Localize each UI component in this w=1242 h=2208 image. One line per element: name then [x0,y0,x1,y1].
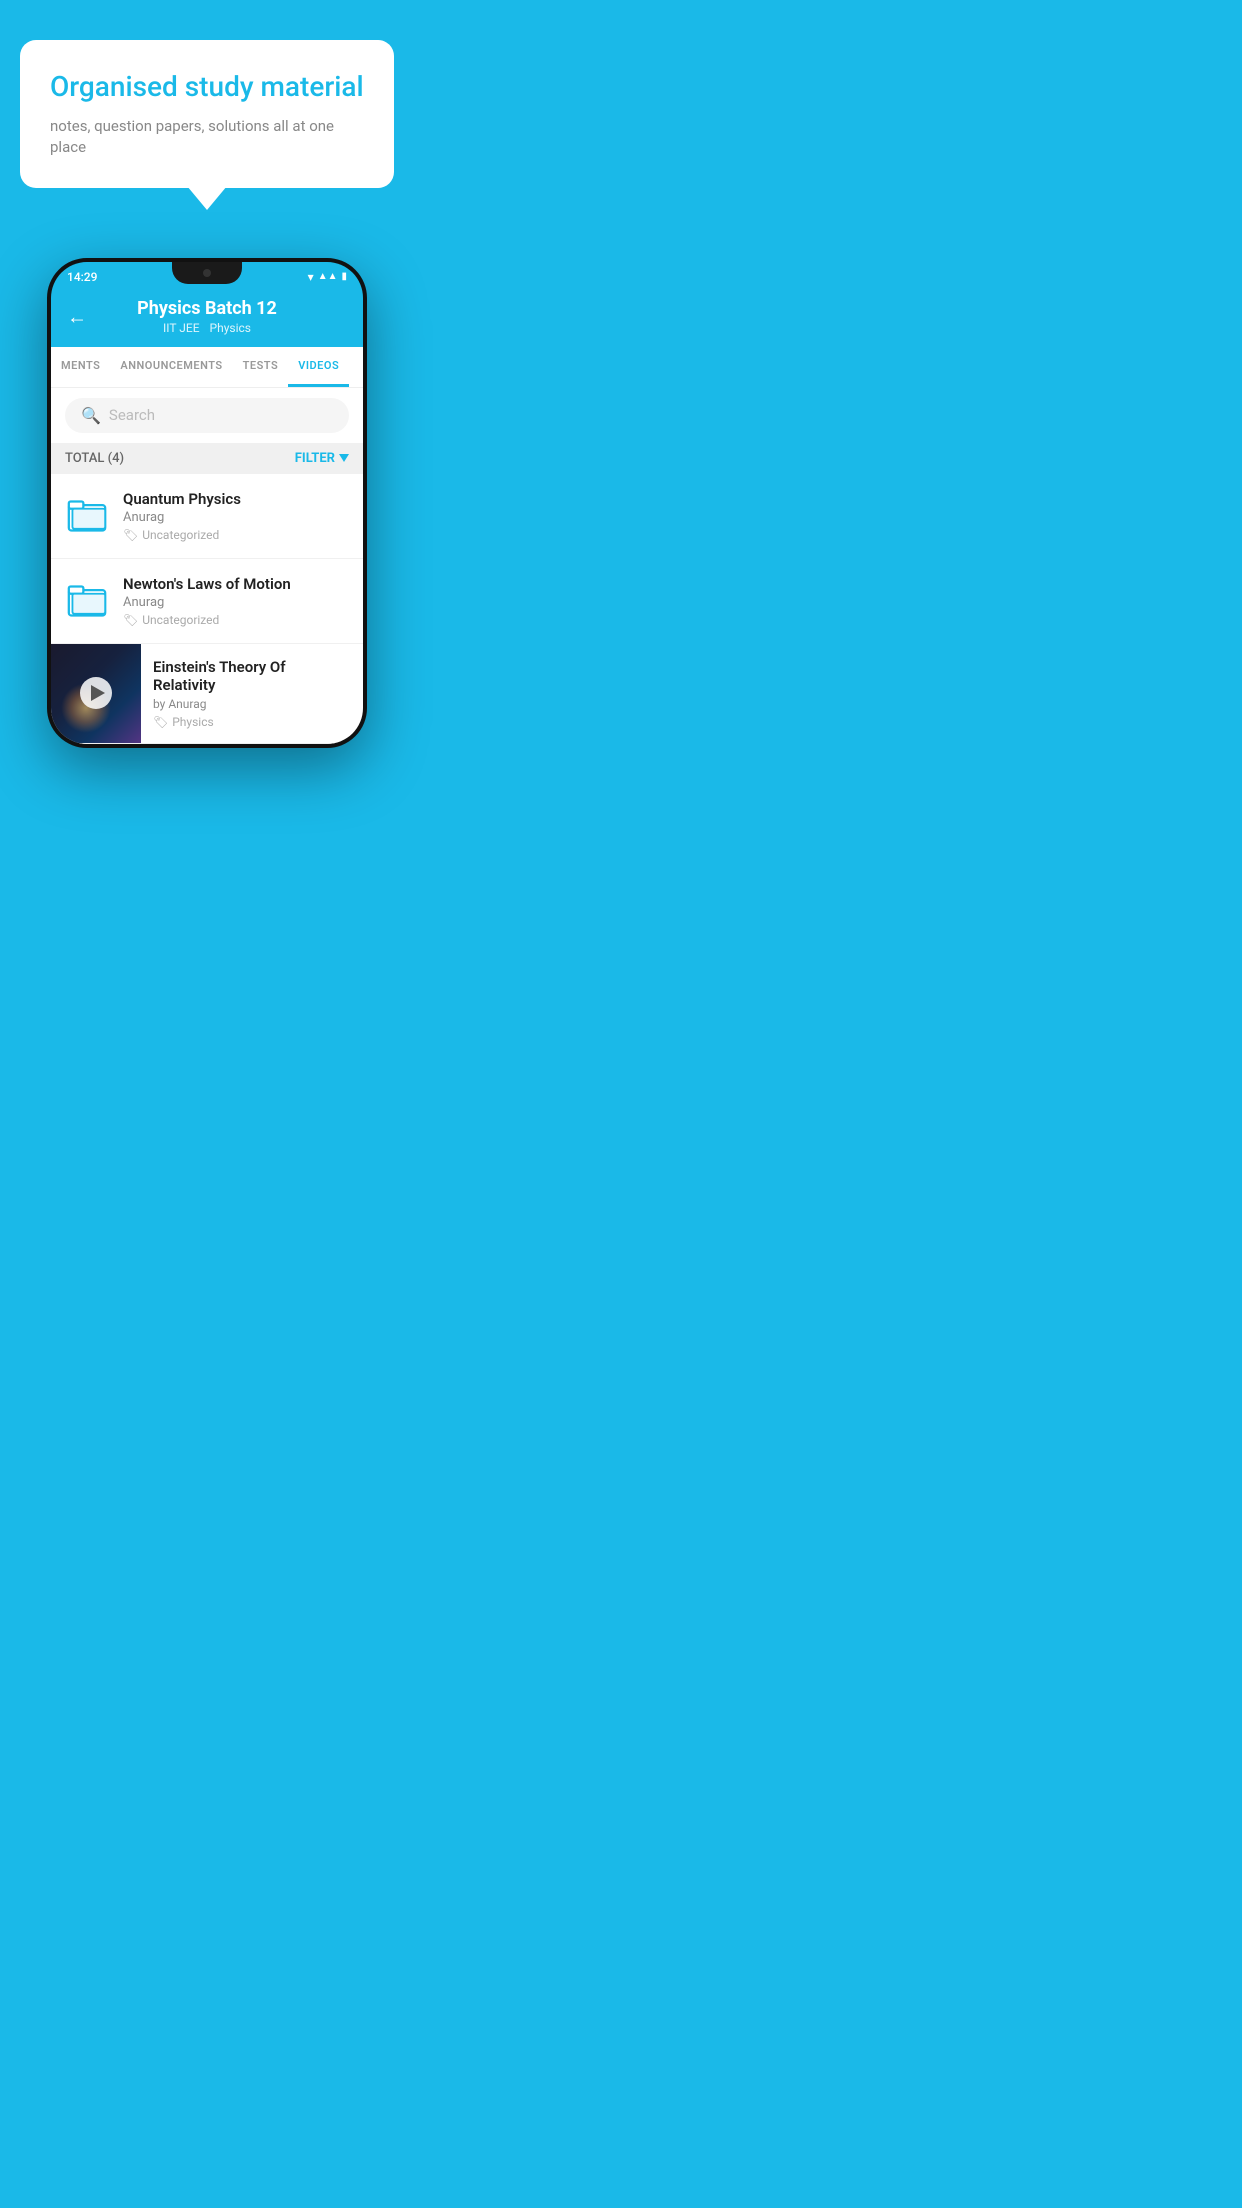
video-thumbnail [51,644,141,743]
camera-dot [203,269,211,277]
total-count: TOTAL (4) [65,451,124,466]
volume-down-button [47,427,50,477]
speech-bubble: Organised study material notes, question… [20,40,394,188]
video-title: Newton's Laws of Motion [123,575,349,593]
video-info: Newton's Laws of Motion Anurag 🏷 Uncateg… [123,575,349,627]
tag-icon: 🏷 [123,613,138,627]
filter-bar: TOTAL (4) FILTER [51,443,363,474]
app-header: ← Physics Batch 12 IIT JEE Physics [51,288,363,347]
status-icons: ▾ ▲▲ ▮ [308,270,347,284]
tab-ments[interactable]: MENTS [51,347,110,387]
bubble-subtitle: notes, question papers, solutions all at… [50,116,364,158]
tag-label: Uncategorized [142,528,219,542]
video-title: Einstein's Theory Of Relativity [153,658,351,694]
list-item[interactable]: Einstein's Theory Of Relativity by Anura… [51,644,363,744]
phone-device: 14:29 ▾ ▲▲ ▮ ← Physics Batch 12 IIT JEE … [47,258,367,748]
tab-videos[interactable]: VIDEOS [288,347,349,387]
filter-label: FILTER [295,451,335,466]
video-tag: 🏷 Uncategorized [123,613,349,627]
tab-announcements[interactable]: ANNOUNCEMENTS [110,347,232,387]
app-title: Physics Batch 12 [137,298,277,319]
tag-label: Physics [172,715,213,729]
search-container: 🔍 Search [51,388,363,443]
search-box[interactable]: 🔍 Search [65,398,349,433]
subtitle-iitjee: IIT JEE [163,321,200,335]
video-info: Quantum Physics Anurag 🏷 Uncategorized [123,490,349,542]
list-item[interactable]: Quantum Physics Anurag 🏷 Uncategorized [51,474,363,559]
app-subtitle: IIT JEE Physics [163,321,251,335]
video-title: Quantum Physics [123,490,349,508]
folder-icon [65,579,109,623]
phone-notch [172,262,242,284]
wifi-icon: ▾ [308,270,314,284]
status-bar: 14:29 ▾ ▲▲ ▮ [51,262,363,288]
video-info: Einstein's Theory Of Relativity by Anura… [141,644,363,743]
filter-icon [339,454,349,462]
video-tag: 🏷 Physics [153,715,351,729]
tab-bar: MENTS ANNOUNCEMENTS TESTS VIDEOS [51,347,363,388]
subtitle-physics: Physics [210,321,251,335]
tag-icon: 🏷 [123,528,138,542]
power-button [364,402,367,442]
video-list: Quantum Physics Anurag 🏷 Uncategorized [51,474,363,744]
folder-icon [65,494,109,538]
phone-wrapper: 14:29 ▾ ▲▲ ▮ ← Physics Batch 12 IIT JEE … [0,258,414,748]
volume-up-button [47,382,50,412]
search-input[interactable]: Search [109,406,155,424]
play-icon [91,685,105,701]
battery-icon: ▮ [341,271,347,282]
tag-label: Uncategorized [142,613,219,627]
status-time: 14:29 [67,270,97,284]
video-author: Anurag [123,595,349,610]
search-icon: 🔍 [81,406,101,425]
tab-tests[interactable]: TESTS [233,347,289,387]
tag-icon: 🏷 [153,715,168,729]
video-author: by Anurag [153,697,351,711]
bubble-title: Organised study material [50,70,364,104]
signal-icon: ▲▲ [318,271,338,282]
filter-button[interactable]: FILTER [295,451,349,466]
video-author: Anurag [123,510,349,525]
play-button[interactable] [80,677,112,709]
promo-section: Organised study material notes, question… [0,0,414,208]
video-tag: 🏷 Uncategorized [123,528,349,542]
list-item[interactable]: Newton's Laws of Motion Anurag 🏷 Uncateg… [51,559,363,644]
back-button[interactable]: ← [67,305,87,330]
